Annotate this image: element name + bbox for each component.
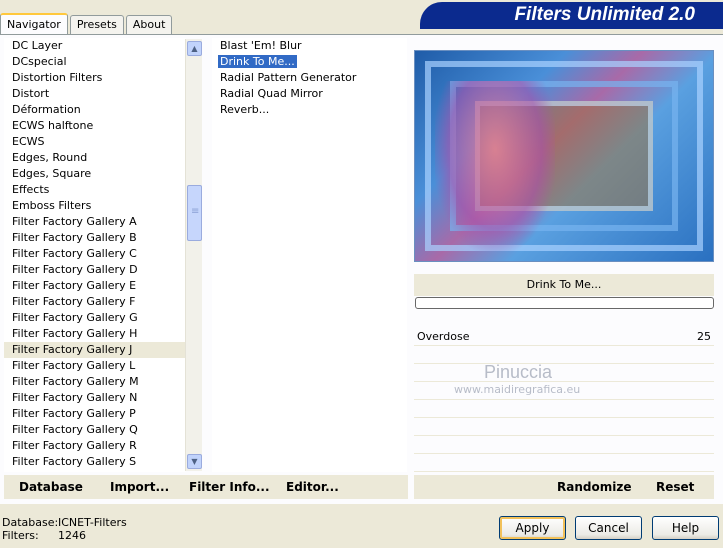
- category-item[interactable]: ECWS: [4, 134, 186, 150]
- category-item[interactable]: DC Layer: [4, 38, 186, 54]
- param-row-empty: [414, 346, 714, 364]
- filter-item-selected-label: Drink To Me...: [218, 55, 297, 68]
- watermark-name: Pinuccia: [484, 362, 553, 382]
- cancel-button[interactable]: Cancel: [575, 516, 642, 540]
- category-item[interactable]: Filter Factory Gallery D: [4, 262, 186, 278]
- database-button[interactable]: Database: [19, 475, 83, 499]
- category-item[interactable]: Filter Factory Gallery P: [4, 406, 186, 422]
- status-database-value: ICNET-Filters: [58, 516, 127, 529]
- category-item[interactable]: ECWS halftone: [4, 118, 186, 134]
- scroll-thumb[interactable]: [187, 185, 202, 241]
- import-button[interactable]: Import...: [110, 475, 169, 499]
- filter-info-button[interactable]: Filter Info...: [189, 475, 270, 499]
- status-filters-value: 1246: [58, 529, 86, 542]
- category-item[interactable]: Filter Factory Gallery G: [4, 310, 186, 326]
- category-item[interactable]: Filter Factory Gallery L: [4, 358, 186, 374]
- filter-item-selected[interactable]: Drink To Me...: [212, 54, 407, 70]
- editor-button[interactable]: Editor...: [286, 475, 339, 499]
- filter-list[interactable]: Blast 'Em! Blur Drink To Me... Radial Pa…: [212, 38, 407, 472]
- randomize-button[interactable]: Randomize: [557, 475, 631, 499]
- status-database-label: Database:: [2, 516, 59, 529]
- category-item[interactable]: Filter Factory Gallery A: [4, 214, 186, 230]
- category-list[interactable]: DC Layer DCspecial Distortion Filters Di…: [4, 38, 186, 472]
- help-button[interactable]: Help: [652, 516, 719, 540]
- scroll-up-icon[interactable]: ▲: [187, 41, 202, 56]
- category-item[interactable]: Effects: [4, 182, 186, 198]
- parameter-list: Overdose 25: [414, 328, 714, 472]
- param-row-empty: [414, 400, 714, 418]
- filter-item[interactable]: Radial Quad Mirror: [212, 86, 407, 102]
- preview-image: [414, 50, 714, 262]
- category-item-selected[interactable]: Filter Factory Gallery J: [4, 342, 186, 358]
- category-item[interactable]: Filter Factory Gallery N: [4, 390, 186, 406]
- param-row-empty: [414, 436, 714, 454]
- selected-filter-name: Drink To Me...: [414, 274, 714, 296]
- filter-item[interactable]: Reverb...: [212, 102, 407, 118]
- category-item[interactable]: Déformation: [4, 102, 186, 118]
- param-row-empty: [414, 364, 714, 382]
- param-row-empty: [414, 454, 714, 472]
- category-item[interactable]: Filter Factory Gallery S: [4, 454, 186, 470]
- category-item[interactable]: Edges, Round: [4, 150, 186, 166]
- apply-button[interactable]: Apply: [499, 516, 566, 540]
- category-item[interactable]: Distort: [4, 86, 186, 102]
- filter-item[interactable]: Blast 'Em! Blur: [212, 38, 407, 54]
- category-item[interactable]: Distortion Filters: [4, 70, 186, 86]
- category-item[interactable]: DCspecial: [4, 54, 186, 70]
- category-item[interactable]: Emboss Filters: [4, 198, 186, 214]
- param-value: 25: [697, 330, 711, 343]
- category-item[interactable]: Filter Factory Gallery Q: [4, 422, 186, 438]
- app-title-banner: Filters Unlimited 2.0: [420, 2, 723, 29]
- tab-about[interactable]: About: [125, 15, 173, 34]
- category-item[interactable]: Filter Factory Gallery F: [4, 294, 186, 310]
- category-item[interactable]: Filter Factory Gallery B: [4, 230, 186, 246]
- navigator-toolbar: Database Import... Filter Info... Editor…: [4, 475, 408, 499]
- tab-presets[interactable]: Presets: [69, 15, 124, 34]
- scroll-down-icon[interactable]: ▼: [187, 454, 202, 469]
- param-toolbar: Randomize Reset: [414, 475, 714, 499]
- category-item[interactable]: Filter Factory Gallery M: [4, 374, 186, 390]
- category-item[interactable]: Edges, Square: [4, 166, 186, 182]
- filter-item[interactable]: Radial Pattern Generator: [212, 70, 407, 86]
- progress-bar: [415, 297, 714, 309]
- category-item[interactable]: Filter Factory Gallery R: [4, 438, 186, 454]
- watermark-url: www.maidiregrafica.eu: [454, 383, 581, 396]
- param-row-overdose[interactable]: Overdose 25: [414, 328, 714, 346]
- param-row-empty: [414, 418, 714, 436]
- reset-button[interactable]: Reset: [656, 475, 694, 499]
- category-item[interactable]: Filter Factory Gallery E: [4, 278, 186, 294]
- tab-strip: Navigator Presets About: [0, 12, 174, 35]
- status-filters-label: Filters:: [2, 529, 39, 542]
- tab-navigator[interactable]: Navigator: [0, 13, 68, 35]
- category-item[interactable]: Filter Factory Gallery C: [4, 246, 186, 262]
- category-item[interactable]: Filter Factory Gallery H: [4, 326, 186, 342]
- param-label: Overdose: [417, 330, 470, 343]
- category-scrollbar[interactable]: ▲ ▼: [185, 39, 202, 471]
- status-info: Database:ICNET-Filters Filters: 1246: [2, 516, 127, 542]
